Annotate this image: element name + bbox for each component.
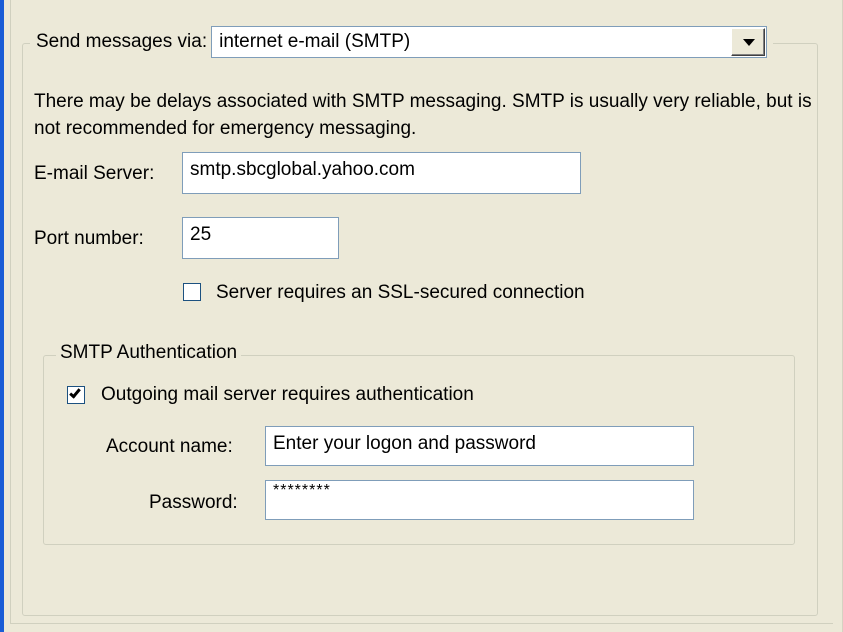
smtp-notice-text: There may be delays associated with SMTP…: [34, 91, 812, 139]
email-server-value: smtp.sbcglobal.yahoo.com: [190, 159, 415, 180]
email-server-label: E-mail Server:: [34, 163, 155, 184]
ssl-checkbox[interactable]: [183, 283, 201, 301]
send-via-selected-value: internet e-mail (SMTP): [219, 31, 411, 52]
send-via-select[interactable]: internet e-mail (SMTP): [211, 26, 768, 58]
account-name-field[interactable]: Enter your logon and password: [265, 426, 694, 466]
email-server-field[interactable]: smtp.sbcglobal.yahoo.com: [182, 152, 581, 194]
password-label: Password:: [149, 492, 238, 513]
chevron-down-icon: [743, 39, 756, 46]
account-name-label: Account name:: [106, 436, 233, 457]
account-name-value: Enter your logon and password: [273, 433, 536, 454]
ssl-checkbox-label[interactable]: Server requires an SSL-secured connectio…: [216, 282, 585, 304]
window-edge-accent: [0, 0, 4, 632]
port-number-value: 25: [190, 224, 212, 245]
password-field[interactable]: ********: [265, 480, 694, 520]
send-via-dropdown-button[interactable]: [731, 28, 766, 56]
checkmark-icon: [69, 386, 81, 399]
password-value: ********: [273, 482, 331, 499]
smtp-authentication-legend: SMTP Authentication: [56, 342, 242, 364]
send-via-row: Send messages via: internet e-mail (SMTP…: [30, 26, 774, 58]
port-number-field[interactable]: 25: [182, 217, 339, 259]
port-number-label: Port number:: [34, 228, 144, 249]
requires-auth-checkbox[interactable]: [67, 386, 85, 404]
requires-auth-label[interactable]: Outgoing mail server requires authentica…: [101, 384, 474, 406]
send-via-label: Send messages via:: [36, 31, 208, 52]
